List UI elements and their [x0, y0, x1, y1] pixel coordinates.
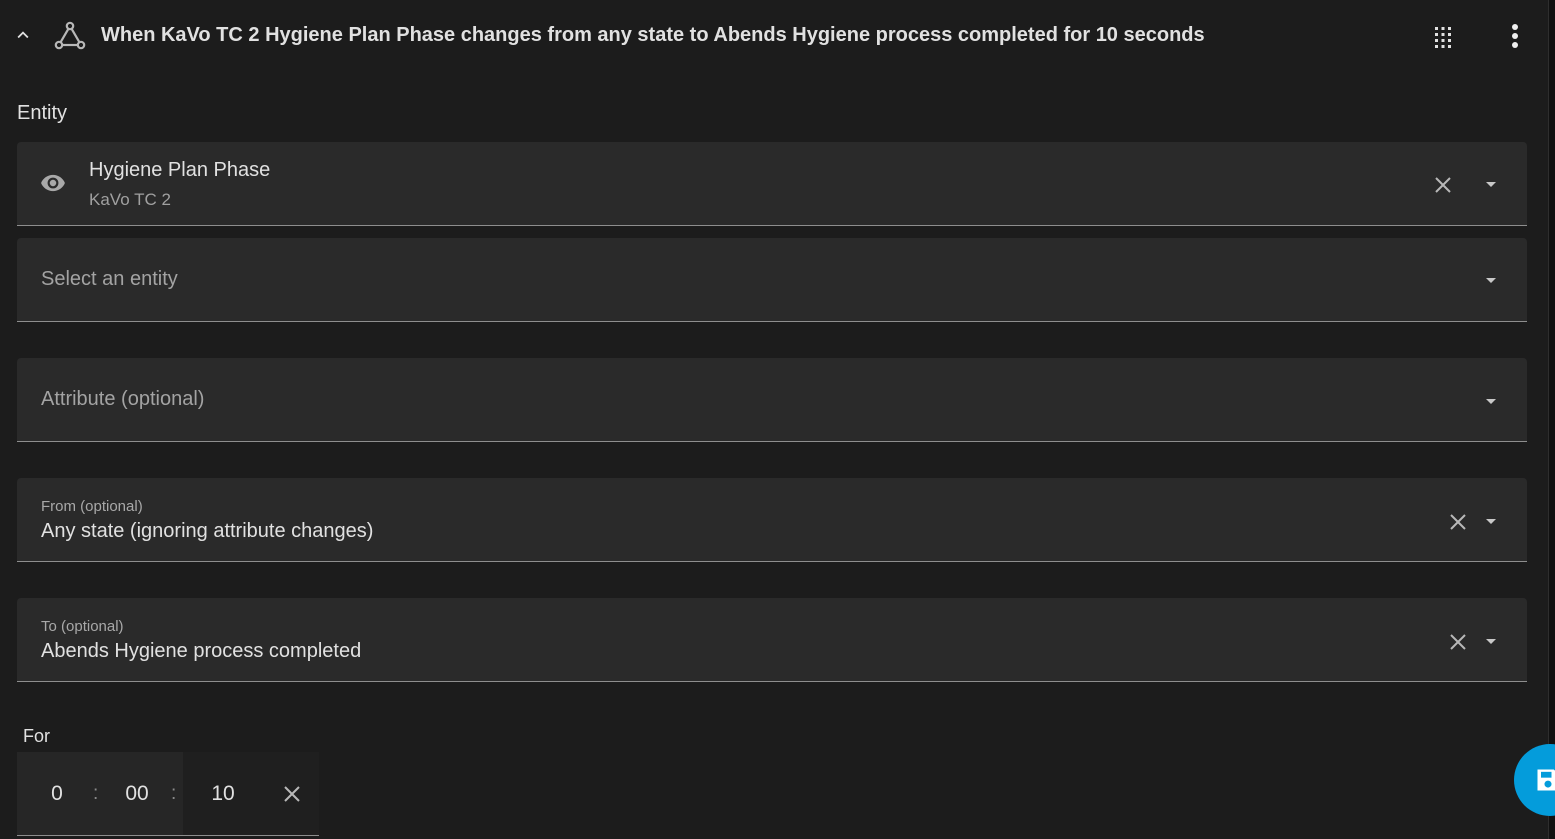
eye-icon	[41, 174, 65, 192]
to-value: Abends Hygiene process completed	[41, 640, 362, 662]
from-label: From (optional)	[41, 498, 143, 515]
close-icon[interactable]	[1431, 173, 1455, 197]
entity-label: Entity	[17, 102, 68, 124]
seconds-input[interactable]: 10	[207, 782, 239, 806]
entity-picker-add[interactable]: Select an entity	[17, 238, 1527, 322]
from-value: Any state (ignoring attribute changes)	[41, 520, 374, 542]
save-icon	[1537, 769, 1555, 791]
chevron-up-icon[interactable]	[12, 24, 34, 46]
menu-down-icon[interactable]	[1479, 629, 1503, 653]
close-icon[interactable]	[1446, 510, 1470, 534]
close-icon[interactable]	[280, 782, 304, 806]
hours-input[interactable]: 0	[45, 782, 69, 806]
entity-picker-selected[interactable]: Hygiene Plan Phase KaVo TC 2	[17, 142, 1527, 226]
entity-device: KaVo TC 2	[89, 190, 171, 209]
duration-input: 0 : 00 : 10	[17, 752, 319, 836]
trigger-title: When KaVo TC 2 Hygiene Plan Phase change…	[101, 24, 1205, 46]
drag-grid-icon[interactable]	[1430, 24, 1456, 50]
trigger-card: When KaVo TC 2 Hygiene Plan Phase change…	[0, 0, 1549, 839]
menu-down-icon[interactable]	[1479, 172, 1503, 196]
close-icon[interactable]	[1446, 630, 1470, 654]
state-trigger-icon	[54, 21, 86, 50]
from-state-select[interactable]: From (optional) Any state (ignoring attr…	[17, 478, 1527, 562]
to-label: To (optional)	[41, 618, 124, 635]
hours-separator: :	[93, 783, 99, 804]
menu-down-icon[interactable]	[1479, 268, 1503, 292]
attribute-select[interactable]: Attribute (optional)	[17, 358, 1527, 442]
entity-placeholder: Select an entity	[41, 268, 178, 290]
trigger-header[interactable]: When KaVo TC 2 Hygiene Plan Phase change…	[0, 0, 1548, 72]
to-state-select[interactable]: To (optional) Abends Hygiene process com…	[17, 598, 1527, 682]
more-vertical-icon[interactable]	[1502, 22, 1528, 50]
attribute-placeholder: Attribute (optional)	[41, 388, 205, 410]
entity-name: Hygiene Plan Phase	[89, 159, 271, 181]
menu-down-icon[interactable]	[1479, 389, 1503, 413]
for-label: For	[23, 726, 50, 746]
minutes-separator: :	[171, 783, 177, 804]
menu-down-icon[interactable]	[1479, 509, 1503, 533]
minutes-input[interactable]: 00	[121, 782, 153, 806]
